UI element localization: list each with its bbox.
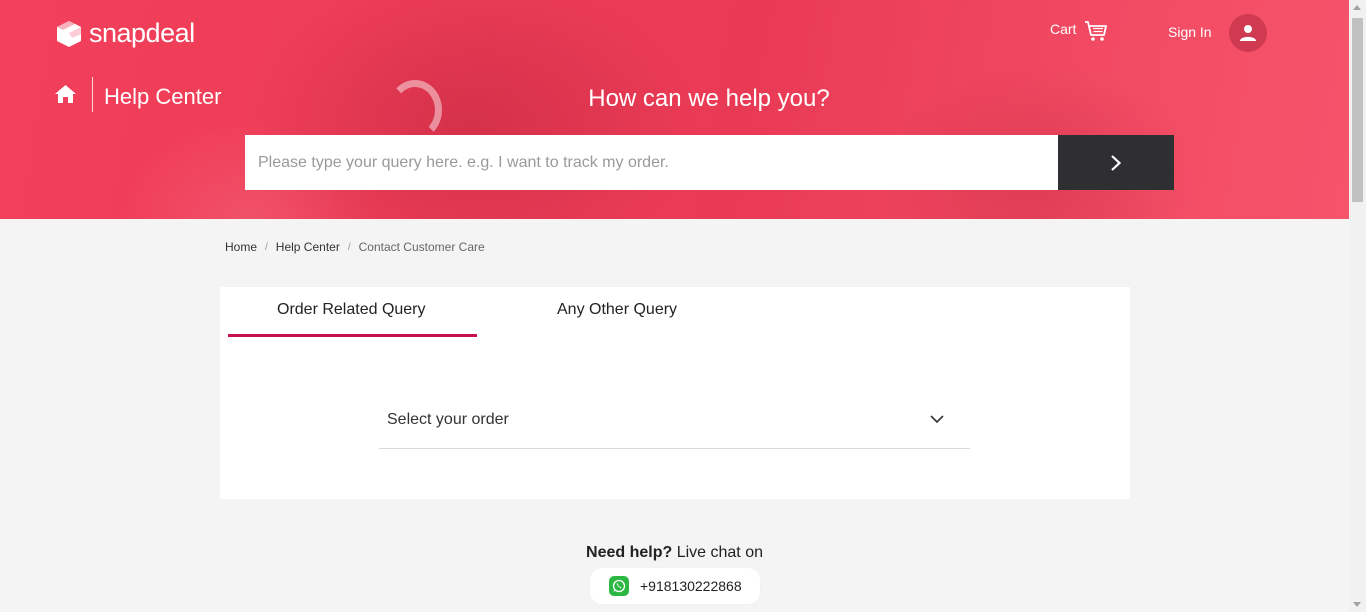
query-card: Order Related Query Any Other Query Sele… (220, 287, 1130, 499)
tab-any-other-query[interactable]: Any Other Query (557, 301, 677, 319)
hero-banner: snapdeal Cart Sign In Help Center How ca… (0, 0, 1349, 219)
logo-text: snapdeal (89, 18, 195, 48)
whatsapp-icon (609, 576, 629, 596)
cart-button[interactable]: Cart (1050, 20, 1108, 42)
search-bar (245, 135, 1174, 190)
snapdeal-logo-icon (57, 20, 81, 47)
page-heading: How can we help you? (588, 85, 830, 112)
search-submit-button[interactable] (1058, 135, 1174, 190)
scroll-up-arrow[interactable] (1353, 5, 1361, 10)
need-help-bold: Need help? (586, 544, 673, 561)
user-avatar-button[interactable] (1229, 14, 1267, 52)
snapdeal-logo[interactable]: snapdeal (54, 18, 195, 49)
cart-label: Cart (1050, 21, 1077, 37)
chevron-right-icon (1111, 154, 1122, 171)
user-icon (1240, 25, 1256, 41)
cart-icon (1085, 21, 1108, 41)
whatsapp-phone-number: +918130222868 (640, 578, 742, 594)
breadcrumb: Home / Help Center / Contact Customer Ca… (225, 240, 485, 254)
breadcrumb-separator: / (347, 241, 351, 253)
tab-order-related-query[interactable]: Order Related Query (277, 301, 426, 319)
breadcrumb-current: Contact Customer Care (358, 240, 485, 254)
active-tab-indicator (228, 334, 477, 337)
order-select-label: Select your order (387, 411, 509, 428)
breadcrumb-separator: / (265, 241, 268, 253)
scroll-down-arrow[interactable] (1353, 602, 1361, 607)
breadcrumb-home[interactable]: Home (225, 240, 257, 254)
whatsapp-chat-button[interactable]: +918130222868 (590, 568, 760, 604)
live-chat-text: Live chat on (676, 544, 763, 561)
breadcrumb-help-center[interactable]: Help Center (276, 240, 340, 254)
sign-in-link[interactable]: Sign In (1168, 24, 1212, 40)
scrollbar-thumb[interactable] (1352, 18, 1363, 202)
search-input[interactable] (245, 135, 1058, 190)
need-help-text: Need help? Live chat on (0, 544, 1349, 562)
chevron-down-icon (930, 415, 944, 424)
order-select-dropdown[interactable]: Select your order (379, 399, 970, 449)
